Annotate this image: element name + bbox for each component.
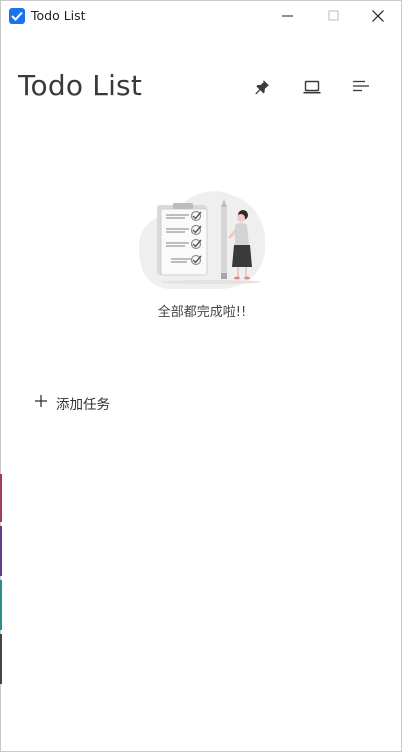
empty-state-message: 全部都完成啦!! <box>157 305 247 320</box>
window-title: Todo List <box>31 8 86 23</box>
app-window: Todo List Todo List 全部都完成啦!! 添加任务 <box>0 0 402 752</box>
add-task-label: 添加任务 <box>56 397 110 413</box>
menu-button[interactable] <box>347 73 375 101</box>
checkbox-app-icon <box>9 8 25 24</box>
menu-icon <box>353 80 369 92</box>
minimize-icon <box>282 15 293 17</box>
background-window-strip <box>0 580 2 630</box>
pin-icon <box>255 80 269 95</box>
plus-icon <box>35 395 47 407</box>
background-window-strip <box>0 634 2 684</box>
title-bar[interactable]: Todo List <box>1 1 401 31</box>
mini-mode-button[interactable] <box>298 73 326 101</box>
background-window-strip <box>0 526 2 576</box>
close-icon <box>372 10 384 22</box>
maximize-icon <box>328 10 339 21</box>
minimize-button[interactable] <box>265 1 311 31</box>
page-title: Todo List <box>18 69 143 102</box>
close-button[interactable] <box>355 1 401 31</box>
add-task-button[interactable]: 添加任务 <box>31 391 151 413</box>
monitor-icon <box>303 80 321 94</box>
pin-button[interactable] <box>248 73 276 101</box>
background-window-strip <box>0 474 2 522</box>
empty-state-illustration <box>135 185 269 295</box>
maximize-button[interactable] <box>311 1 357 31</box>
